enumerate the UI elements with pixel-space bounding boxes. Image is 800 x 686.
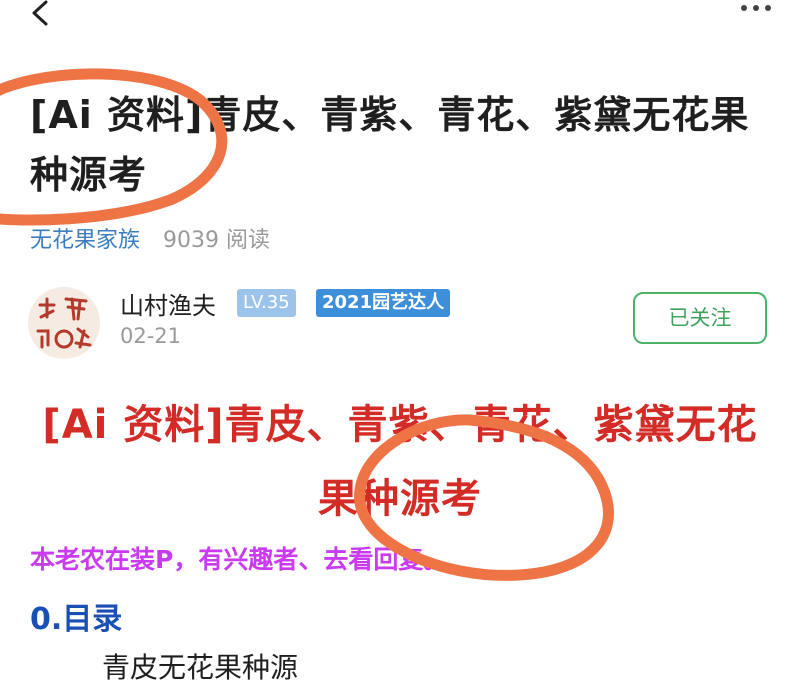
back-button[interactable]: [26, 0, 56, 30]
honor-badge: 2021园艺达人: [316, 289, 451, 317]
post-meta: 无花果家族 9039 阅读: [30, 222, 270, 254]
content-line: 青皮无花果种源: [102, 651, 299, 684]
more-horizontal-icon: [741, 5, 771, 11]
post-title: [Ai 资料]青皮、青紫、青花、紫黛无花果种源考: [30, 93, 750, 197]
author-avatar[interactable]: [28, 287, 100, 359]
content-note: 本老农在装P，有兴趣者、去看回复。: [30, 545, 449, 574]
level-badge: LV.35: [237, 289, 296, 317]
top-navigation-bar: [0, 0, 800, 40]
post-date: 02-21: [120, 324, 182, 348]
seal-avatar-image: [28, 287, 100, 359]
author-name[interactable]: 山村渔夫: [120, 286, 216, 321]
content-heading: [Ai 资料]青皮、青紫、青花、紫黛无花果种源考: [42, 402, 758, 522]
toc-heading: 0.目录: [30, 602, 123, 637]
chevron-left-icon: [32, 0, 48, 26]
more-button[interactable]: [738, 0, 778, 20]
read-count: 9039 阅读: [163, 228, 270, 253]
group-link[interactable]: 无花果家族: [30, 228, 140, 253]
follow-button[interactable]: 已关注: [633, 292, 767, 344]
